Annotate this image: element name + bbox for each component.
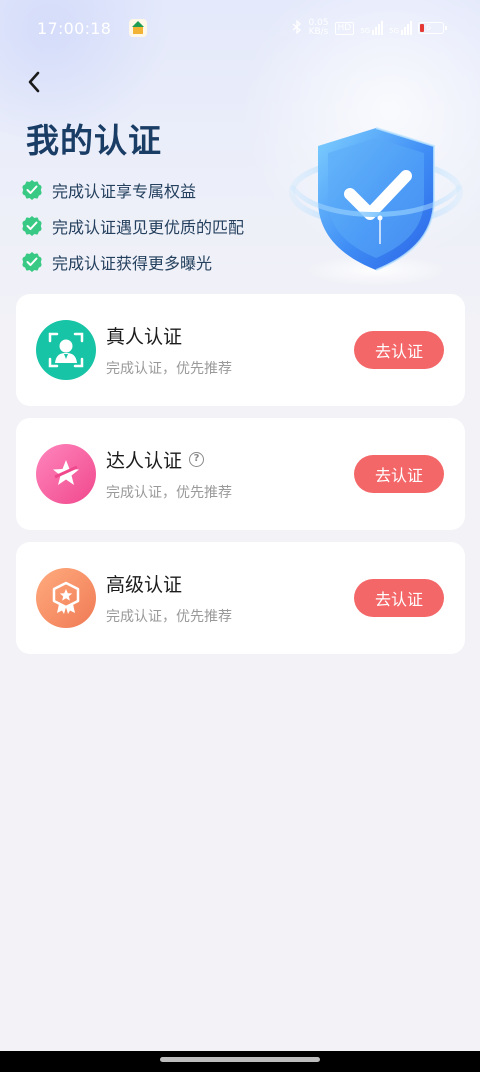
go-verify-button[interactable]: 去认证 <box>354 455 444 493</box>
benefit-item: 完成认证获得更多曝光 <box>22 244 244 280</box>
card-subtitle: 完成认证，优先推荐 <box>106 609 232 625</box>
verify-card-expert: 达人认证 ? 完成认证，优先推荐 去认证 <box>16 418 465 530</box>
benefit-item: 完成认证遇见更优质的匹配 <box>22 208 244 244</box>
check-badge-icon <box>22 216 42 236</box>
signal-label: 5G <box>360 27 371 35</box>
hd-badge: HD <box>334 21 355 35</box>
star-icon <box>36 444 96 504</box>
card-title-text: 达人认证 <box>106 450 183 472</box>
question-circle-icon[interactable]: ? <box>189 452 205 467</box>
shield-check-icon <box>289 127 463 286</box>
battery-fill <box>420 24 424 32</box>
check-badge-icon <box>22 180 42 200</box>
benefits-list: 完成认证享专属权益 完成认证遇见更优质的匹配 完成认证获得更多曝光 <box>22 172 244 280</box>
network-speed: 0.05 KB/s <box>308 19 328 37</box>
verify-card-advanced: 高级认证 完成认证，优先推荐 去认证 <box>16 542 465 654</box>
battery-icon: 6 <box>418 22 447 34</box>
card-subtitle: 完成认证，优先推荐 <box>106 485 232 501</box>
signal-icon-2: 5G <box>389 21 412 35</box>
benefit-text: 完成认证享专属权益 <box>52 182 197 201</box>
go-verify-button[interactable]: 去认证 <box>354 331 444 369</box>
verify-card-real-person: 真人认证 完成认证，优先推荐 去认证 <box>16 294 465 406</box>
benefit-item: 完成认证享专属权益 <box>22 172 244 208</box>
page-title: 我的认证 <box>26 121 162 160</box>
network-speed-unit: KB/s <box>308 27 329 37</box>
back-button[interactable] <box>18 66 50 98</box>
benefit-text: 完成认证遇见更优质的匹配 <box>52 218 245 237</box>
signal-label-2: 5G <box>389 27 399 35</box>
status-icons: 0.05 KB/s HD 5G 5G 6 <box>292 18 447 37</box>
card-subtitle: 完成认证，优先推荐 <box>106 361 232 377</box>
card-title-text: 高级认证 <box>106 574 183 596</box>
battery-level: 6 <box>426 23 432 32</box>
home-indicator[interactable] <box>160 1057 320 1062</box>
card-title-text: 真人认证 <box>106 326 183 348</box>
person-verify-icon <box>36 320 96 380</box>
card-title: 达人认证 ? <box>106 446 205 473</box>
card-title: 真人认证 <box>106 322 182 349</box>
bluetooth-icon <box>292 18 302 37</box>
chevron-left-icon <box>28 71 40 93</box>
medal-icon <box>36 568 96 628</box>
status-time: 17:00:18 <box>37 18 112 38</box>
go-verify-button[interactable]: 去认证 <box>354 579 444 617</box>
benefit-text: 完成认证获得更多曝光 <box>52 254 213 273</box>
app-store-icon <box>129 19 148 37</box>
status-bar: 17:00:18 0.05 KB/s HD 5G 5G 6 <box>0 0 480 56</box>
signal-icon: 5G <box>360 21 384 35</box>
card-title: 高级认证 <box>106 570 182 597</box>
check-badge-icon <box>22 252 42 272</box>
